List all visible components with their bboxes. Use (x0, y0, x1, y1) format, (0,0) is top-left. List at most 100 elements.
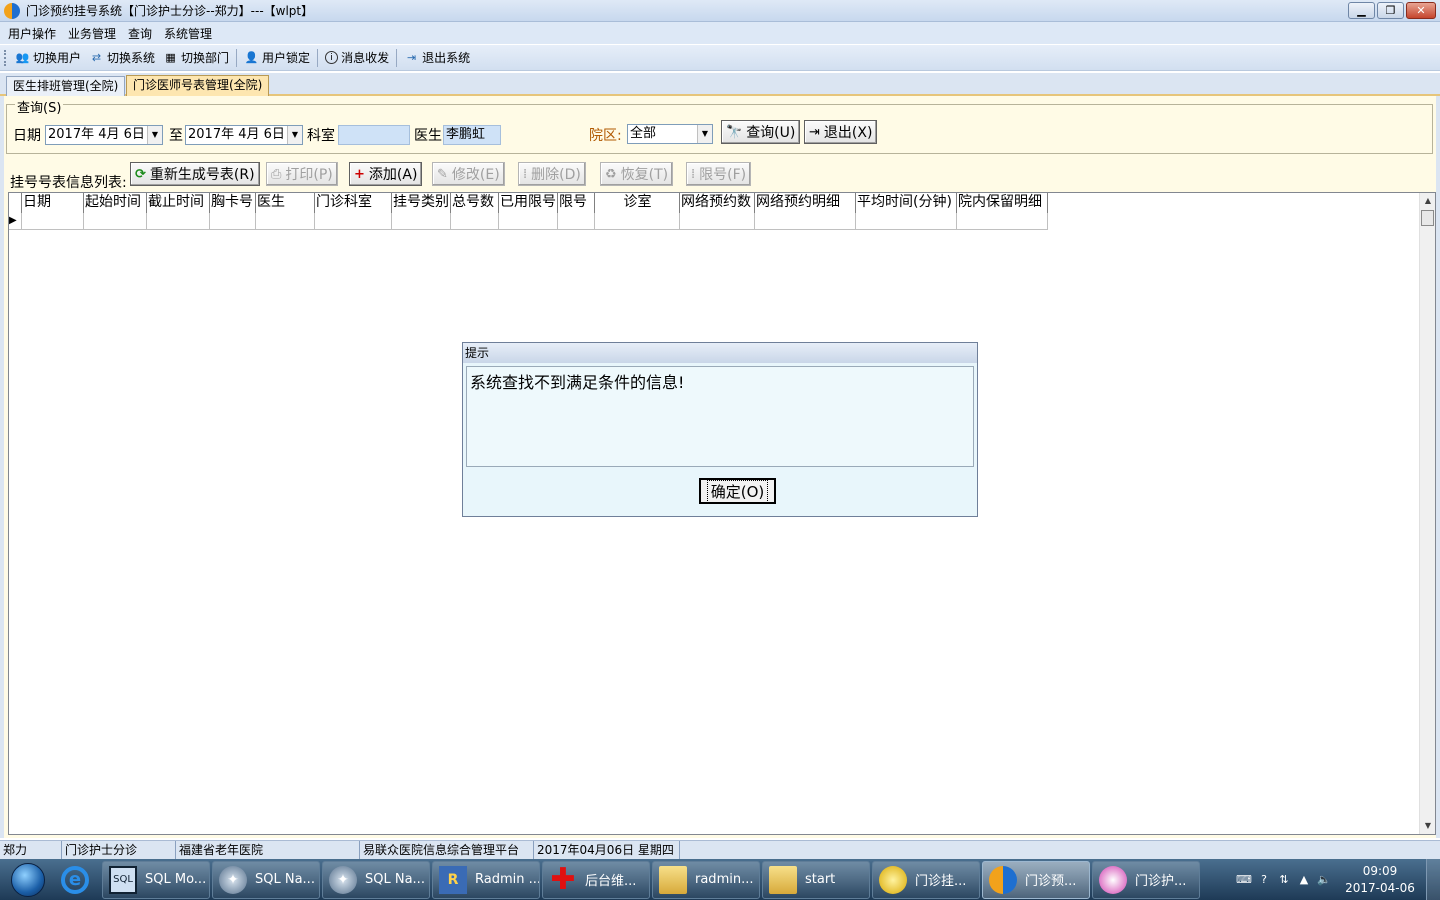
menu-business[interactable]: 业务管理 (64, 25, 124, 42)
task-folder-start[interactable]: start (762, 860, 870, 899)
task-outpatient-appointment[interactable]: 门诊预... (982, 860, 1090, 899)
chevron-down-icon[interactable]: ▼ (697, 125, 712, 143)
column-header[interactable]: 胸卡号 (210, 193, 256, 213)
add-button[interactable]: + 添加(A) (349, 162, 423, 186)
menu-query[interactable]: 查询 (124, 25, 160, 42)
help-icon[interactable]: ? (1254, 873, 1274, 886)
switch-user-button[interactable]: 👥 切换用户 (11, 48, 85, 68)
limit-button[interactable]: ⁞ 限号(F) (686, 162, 752, 186)
vertical-scrollbar[interactable]: ▲ ▼ (1419, 193, 1435, 834)
table-cell[interactable] (84, 213, 147, 230)
print-label: 打印(P) (285, 167, 333, 183)
ie-button[interactable]: e (50, 861, 100, 899)
show-hidden-icons-icon[interactable]: ▲ (1294, 873, 1314, 886)
clock[interactable]: 09:09 2017-04-06 (1334, 863, 1426, 897)
lock-user-button[interactable]: 👤 用户锁定 (240, 48, 314, 68)
table-cell[interactable] (755, 213, 856, 230)
table-cell[interactable] (595, 213, 680, 230)
column-header[interactable]: 网络预约数 (680, 193, 755, 213)
exit-system-button[interactable]: ⇥ 退出系统 (400, 48, 474, 68)
task-label: SQL Mo... (145, 872, 207, 887)
menu-system[interactable]: 系统管理 (160, 25, 220, 42)
column-header[interactable]: 诊室 (595, 193, 680, 213)
network-icon[interactable]: ⇅ (1274, 873, 1294, 886)
printer-icon: ⎙ (271, 166, 282, 182)
minimize-button[interactable]: ▁ (1348, 2, 1375, 19)
table-cell[interactable] (147, 213, 210, 230)
task-label: SQL Na... (365, 872, 425, 887)
dept-input[interactable] (338, 125, 410, 145)
table-cell[interactable] (680, 213, 755, 230)
task-outpatient-nurse[interactable]: 门诊护... (1092, 860, 1200, 899)
column-header[interactable]: 门诊科室 (315, 193, 392, 213)
chevron-down-icon[interactable]: ▼ (147, 126, 162, 144)
app-icon (989, 865, 1017, 894)
task-navicat-2[interactable]: ✦ SQL Na... (322, 860, 430, 899)
toolbar-grip[interactable] (4, 49, 7, 66)
menu-user-ops[interactable]: 用户操作 (4, 25, 64, 42)
doctor-input[interactable]: 李鹏虹 (443, 125, 501, 145)
status-date: 2017年04月06日 星期四 (534, 841, 680, 859)
task-backend-maintenance[interactable]: ✚ 后台维... (542, 860, 650, 899)
task-label: 门诊挂... (915, 874, 967, 889)
date-to-value: 2017年 4月 6日 (188, 127, 285, 142)
table-row[interactable]: ▶ (9, 213, 1048, 230)
column-header[interactable]: 已用限号 (499, 193, 558, 213)
table-cell[interactable] (856, 213, 957, 230)
volume-icon[interactable]: 🔈 (1314, 873, 1334, 886)
column-header[interactable]: 网络预约明细 (755, 193, 856, 213)
column-header[interactable]: 起始时间 (84, 193, 147, 213)
task-sql-monitor[interactable]: SQL SQL Mo... (102, 860, 210, 899)
ok-button[interactable]: 确定(O) (699, 478, 776, 504)
column-header[interactable]: 限号 (558, 193, 595, 213)
column-header[interactable]: 挂号类别 (392, 193, 451, 213)
restore-button[interactable]: ❐ (1377, 2, 1404, 19)
column-header[interactable]: 医生 (256, 193, 315, 213)
scroll-up-icon[interactable]: ▲ (1420, 193, 1436, 209)
print-button[interactable]: ⎙ 打印(P) (266, 162, 338, 186)
table-cell[interactable] (957, 213, 1048, 230)
column-header[interactable]: 总号数 (451, 193, 499, 213)
status-filler (680, 841, 1440, 859)
search-button[interactable]: 🔭 查询(U) (721, 120, 801, 144)
toolbar-separator (317, 48, 319, 67)
date-from-picker[interactable]: 2017年 4月 6日 ▼ (45, 125, 163, 145)
table-cell[interactable] (451, 213, 499, 230)
task-radmin[interactable]: R Radmin ... (432, 860, 540, 899)
column-header[interactable]: 院内保留明细 (957, 193, 1048, 213)
edit-button[interactable]: ✎ 修改(E) (432, 162, 505, 186)
task-folder-radmin[interactable]: radmin... (652, 860, 760, 899)
switch-system-button[interactable]: ⇄ 切换系统 (85, 48, 159, 68)
keyboard-icon[interactable]: ⌨ (1234, 873, 1254, 886)
date-to-picker[interactable]: 2017年 4月 6日 ▼ (185, 125, 303, 145)
table-cell[interactable] (315, 213, 392, 230)
show-desktop-button[interactable] (1426, 859, 1440, 900)
table-cell[interactable] (210, 213, 256, 230)
table-cell[interactable] (256, 213, 315, 230)
task-navicat-1[interactable]: ✦ SQL Na... (212, 860, 320, 899)
column-header[interactable]: 日期 (22, 193, 84, 213)
start-button[interactable] (6, 860, 50, 900)
close-button[interactable]: ✕ (1406, 2, 1436, 19)
delete-button[interactable]: ⁞ 删除(D) (518, 162, 586, 186)
table-cell[interactable] (558, 213, 595, 230)
tab-doctor-schedule[interactable]: 医生排班管理(全院) (6, 76, 126, 96)
switch-department-button[interactable]: ▦ 切换部门 (159, 48, 233, 68)
column-header[interactable]: 截止时间 (147, 193, 210, 213)
restore-button[interactable]: ♻ 恢复(T) (600, 162, 674, 186)
scroll-thumb[interactable] (1421, 210, 1434, 226)
campus-select[interactable]: 全部 ▼ (627, 124, 713, 144)
table-cell[interactable] (392, 213, 451, 230)
regenerate-button[interactable]: ⟳ 重新生成号表(R) (130, 162, 260, 186)
task-outpatient-registration[interactable]: 门诊挂... (872, 860, 980, 899)
table-cell[interactable] (22, 213, 84, 230)
column-header[interactable]: 平均时间(分钟) (856, 193, 957, 213)
messages-button[interactable]: i 消息收发 (321, 48, 393, 68)
scroll-down-icon[interactable]: ▼ (1420, 818, 1436, 834)
tab-doctor-number-table[interactable]: 门诊医师号表管理(全院) (126, 75, 270, 96)
status-hospital: 福建省老年医院 (176, 841, 360, 859)
chevron-down-icon[interactable]: ▼ (287, 126, 302, 144)
table-cell[interactable] (499, 213, 558, 230)
exit-button[interactable]: ⇥ 退出(X) (804, 120, 878, 144)
internet-explorer-icon: e (61, 865, 89, 894)
